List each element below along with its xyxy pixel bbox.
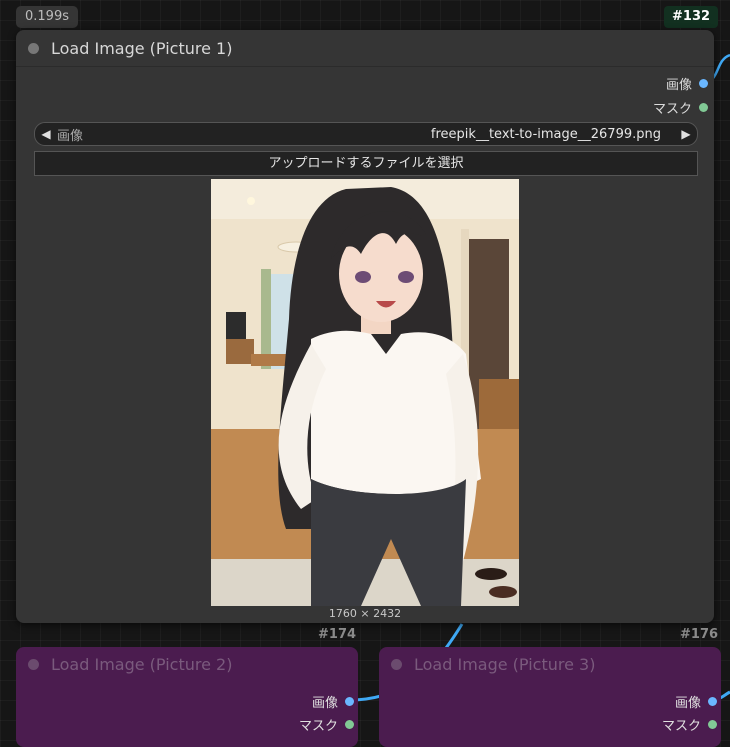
execution-time-badge: 0.199s	[16, 6, 78, 28]
load-image-node-1[interactable]: Load Image (Picture 1) 画像 マスク ◀ 画像 freep…	[16, 30, 714, 623]
output-mask-label: マスク	[661, 719, 701, 734]
output-mask[interactable]: マスク	[299, 715, 354, 734]
node-collapse-dot[interactable]	[391, 658, 402, 670]
combo-label: 画像	[57, 128, 84, 144]
node-collapse-dot[interactable]	[28, 658, 39, 670]
output-image-label: 画像	[311, 696, 338, 711]
node-header[interactable]: Load Image (Picture 1)	[16, 30, 714, 67]
combo-value[interactable]: freepik__text-to-image__26799.png	[83, 127, 675, 142]
output-mask-port[interactable]	[345, 720, 354, 729]
output-image-port[interactable]	[699, 79, 708, 88]
output-image[interactable]: 画像	[312, 692, 354, 711]
output-mask-port[interactable]	[699, 103, 708, 112]
output-mask-label: マスク	[298, 719, 338, 734]
node-id-176: #176	[680, 627, 719, 642]
image-dimensions: 1760 × 2432	[328, 607, 402, 620]
preview-illustration	[211, 179, 519, 606]
output-image[interactable]: 画像	[675, 692, 717, 711]
node-title: Load Image (Picture 1)	[51, 38, 233, 58]
load-image-node-2[interactable]: Load Image (Picture 2) 画像 マスク	[16, 647, 358, 747]
output-mask-port[interactable]	[708, 720, 717, 729]
node-title: Load Image (Picture 2)	[51, 654, 233, 674]
upload-file-button[interactable]: アップロードするファイルを選択	[34, 151, 698, 176]
output-image-label: 画像	[665, 78, 692, 93]
node-header[interactable]: Load Image (Picture 3)	[379, 647, 721, 681]
load-image-node-3[interactable]: Load Image (Picture 3) 画像 マスク	[379, 647, 721, 747]
node-id-badge: #132	[664, 6, 719, 28]
node-collapse-dot[interactable]	[28, 42, 39, 54]
combo-next-arrow[interactable]: ▶	[675, 127, 697, 141]
output-image-port[interactable]	[345, 697, 354, 706]
output-mask-label: マスク	[652, 102, 692, 117]
node-title: Load Image (Picture 3)	[414, 654, 596, 674]
image-combo-widget[interactable]: ◀ 画像 freepik__text-to-image__26799.png ▶	[34, 122, 698, 146]
image-preview	[211, 179, 519, 606]
output-image-port[interactable]	[708, 697, 717, 706]
node-id-174: #174	[318, 627, 357, 642]
output-image-label: 画像	[674, 696, 701, 711]
output-image[interactable]: 画像	[666, 74, 708, 93]
output-mask[interactable]: マスク	[662, 715, 717, 734]
node-header[interactable]: Load Image (Picture 2)	[16, 647, 358, 681]
combo-prev-arrow[interactable]: ◀	[35, 127, 57, 141]
output-mask[interactable]: マスク	[653, 98, 708, 117]
